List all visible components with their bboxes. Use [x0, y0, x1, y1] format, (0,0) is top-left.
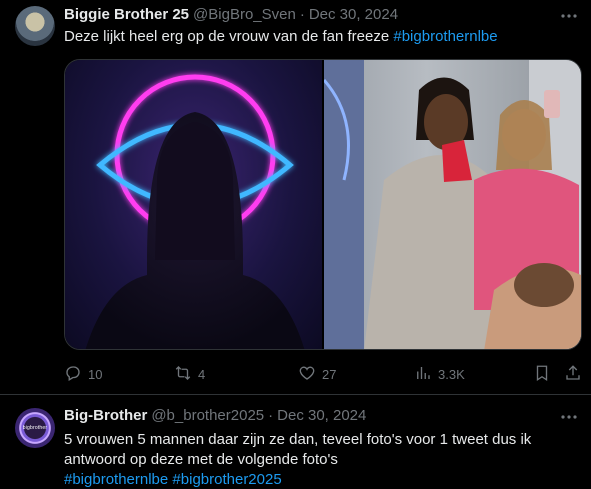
share-button[interactable]: [564, 364, 582, 384]
tweet-date[interactable]: Dec 30, 2024: [309, 6, 398, 23]
author-handle[interactable]: @b_brother2025: [151, 407, 264, 424]
author-handle[interactable]: @BigBro_Sven: [193, 6, 296, 23]
hashtag-link[interactable]: #bigbrothernlbe: [64, 471, 168, 488]
avatar[interactable]: bigbrother: [15, 408, 55, 448]
repost-button[interactable]: 4: [174, 364, 205, 384]
author-name[interactable]: Big-Brother: [64, 407, 147, 424]
media-image-house-photo[interactable]: [322, 60, 581, 349]
tweet-header: Big-Brother @b_brother2025 · Dec 30, 202…: [64, 407, 366, 424]
separator-dot: ·: [299, 6, 305, 23]
repost-count: 4: [198, 366, 206, 382]
more-horizontal-icon[interactable]: [559, 410, 579, 424]
views-chart-icon: [414, 364, 432, 385]
like-button[interactable]: 27: [298, 364, 336, 384]
hashtag-link[interactable]: #bigbrother2025: [172, 471, 281, 488]
avatar-logo-text: bigbrother: [22, 425, 48, 431]
tweet-text: 5 vrouwen 5 mannen daar zijn ze dan, tev…: [64, 430, 574, 489]
reply-button[interactable]: 10: [64, 364, 102, 384]
separator-dot: ·: [268, 407, 274, 424]
author-name[interactable]: Biggie Brother 25: [64, 6, 189, 23]
tweet-actions: 10 4 27 3.3K: [64, 364, 582, 384]
more-horizontal-icon[interactable]: [559, 9, 579, 23]
reply-icon: [64, 364, 82, 385]
tweet-hashtags: #bigbrothernlbe #bigbrother2025: [64, 470, 574, 489]
tweet-body: Deze lijkt heel erg op de vrouw van de f…: [64, 28, 390, 45]
tweet-body-line-2: antwoord op deze met de volgende foto's: [64, 451, 338, 468]
hashtag-link[interactable]: #bigbrothernlbe: [393, 28, 497, 45]
views-button[interactable]: 3.3K: [414, 364, 465, 384]
tweet-header: Biggie Brother 25 @BigBro_Sven · Dec 30,…: [64, 6, 398, 23]
tweet[interactable]: Biggie Brother 25 @BigBro_Sven · Dec 30,…: [0, 0, 591, 395]
reply-count: 10: [88, 366, 103, 382]
bookmark-icon: [533, 364, 551, 385]
repost-icon: [174, 364, 192, 385]
bookmark-button[interactable]: [533, 364, 551, 384]
share-icon: [564, 364, 582, 385]
avatar[interactable]: [15, 6, 55, 46]
tweet[interactable]: bigbrother Big-Brother @b_brother2025 · …: [0, 395, 591, 489]
media-gallery[interactable]: [64, 59, 582, 350]
tweet-body-line-1: 5 vrouwen 5 mannen daar zijn ze dan, tev…: [64, 431, 532, 448]
tweet-date[interactable]: Dec 30, 2024: [277, 407, 366, 424]
tweet-text: Deze lijkt heel erg op de vrouw van de f…: [64, 27, 574, 47]
media-image-eye-logo[interactable]: [65, 60, 324, 349]
like-count: 27: [322, 366, 337, 382]
heart-icon: [298, 364, 316, 385]
views-count: 3.3K: [438, 366, 465, 382]
